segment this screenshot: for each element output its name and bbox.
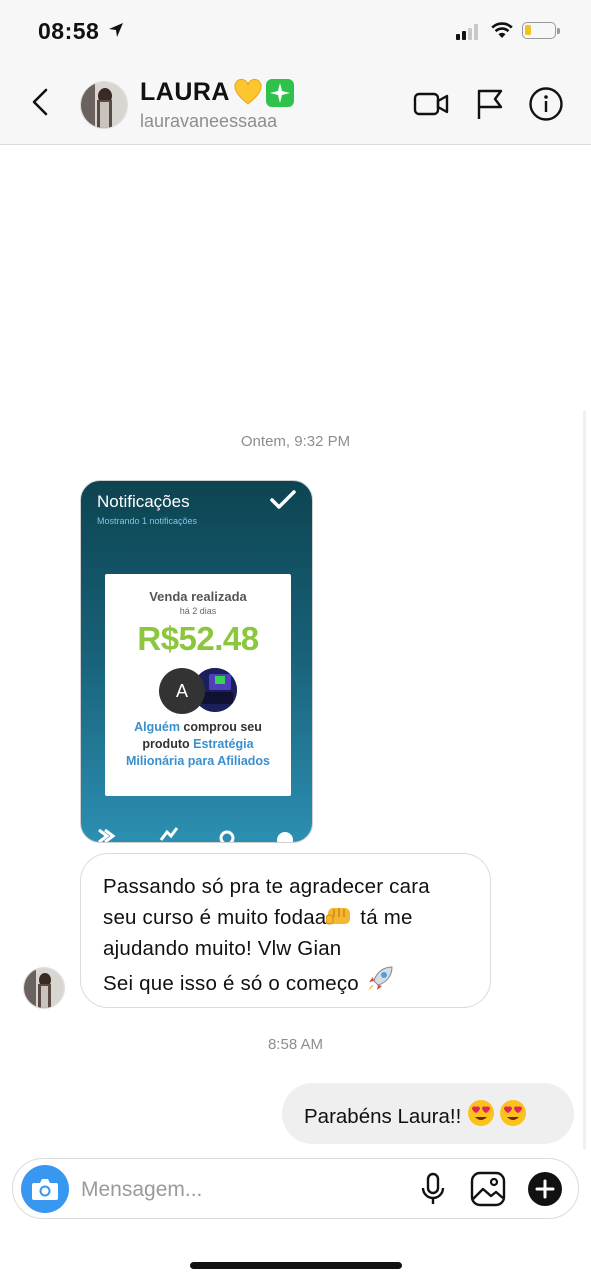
video-call-icon[interactable] bbox=[413, 86, 449, 122]
info-icon[interactable] bbox=[528, 86, 564, 122]
contact-name-row[interactable]: LAURA bbox=[140, 78, 294, 107]
timestamp: Ontem, 9:32 PM bbox=[240, 433, 351, 450]
yellow-heart-icon bbox=[234, 78, 262, 105]
home-indicator[interactable] bbox=[190, 1262, 402, 1269]
status-time: 08:58 bbox=[38, 18, 100, 44]
message-input[interactable] bbox=[79, 1169, 383, 1211]
contact-username[interactable]: lauravaneessaaa bbox=[140, 111, 277, 132]
location-arrow-icon bbox=[109, 23, 123, 37]
sale-amount: R$52.48 bbox=[137, 620, 259, 657]
sale-description: Alguém comprou seu produto Estratégia Mi… bbox=[125, 720, 270, 768]
battery-icon bbox=[522, 22, 560, 39]
check-icon bbox=[270, 490, 296, 509]
sparkles-icon bbox=[266, 78, 294, 107]
camera-button[interactable] bbox=[21, 1165, 69, 1213]
incoming-message-bubble[interactable]: Passando só pra te agradecer cara seu cu… bbox=[80, 853, 491, 1008]
back-chevron-icon[interactable] bbox=[28, 86, 56, 118]
notif-nav-bar bbox=[98, 827, 293, 842]
message-line: seu curso é muito fodaa tá me bbox=[103, 906, 413, 929]
notif-title: Notificações bbox=[97, 492, 190, 511]
heart-eyes-icon bbox=[499, 1100, 526, 1126]
heart-eyes-icon bbox=[467, 1100, 494, 1126]
fist-icon bbox=[326, 908, 351, 925]
incoming-message-text: Passando só pra te agradecer cara seu cu… bbox=[103, 871, 483, 999]
plus-icon[interactable] bbox=[527, 1171, 563, 1207]
signal-icon bbox=[456, 24, 482, 40]
sale-card: Venda realizada há 2 dias R$52.48 A Algu… bbox=[105, 574, 291, 796]
microphone-icon[interactable] bbox=[415, 1171, 451, 1207]
camera-icon bbox=[32, 1179, 58, 1200]
sender-avatar[interactable] bbox=[23, 967, 65, 1009]
message-line: Passando só pra te agradecer cara bbox=[103, 875, 430, 898]
timestamp: 8:58 AM bbox=[267, 1036, 324, 1053]
avatar[interactable] bbox=[80, 81, 128, 129]
gallery-icon[interactable] bbox=[470, 1171, 506, 1207]
shared-image[interactable]: Notificações Mostrando 1 notificações Ve… bbox=[80, 480, 313, 843]
message-line: ajudando muito! Vlw Gian bbox=[103, 937, 342, 960]
notif-subtitle: Mostrando 1 notificações bbox=[97, 516, 198, 526]
outgoing-message-text: Parabéns Laura!! bbox=[304, 1099, 527, 1129]
contact-name: LAURA bbox=[140, 78, 230, 106]
rocket-icon bbox=[367, 966, 393, 991]
outgoing-message-bubble[interactable]: Parabéns Laura!! bbox=[282, 1083, 574, 1144]
flag-icon[interactable] bbox=[472, 86, 508, 122]
status-bar: 08:58 bbox=[0, 0, 591, 62]
wifi-icon bbox=[491, 22, 513, 38]
chat-header: LAURA lauravaneessaaa bbox=[0, 62, 591, 145]
buyer-avatar: A bbox=[159, 668, 205, 714]
message-composer bbox=[12, 1158, 579, 1219]
sale-title: Venda realizada bbox=[149, 589, 247, 604]
sale-time: há 2 dias bbox=[179, 606, 217, 616]
message-line: Sei que isso é só o começo bbox=[103, 964, 483, 999]
